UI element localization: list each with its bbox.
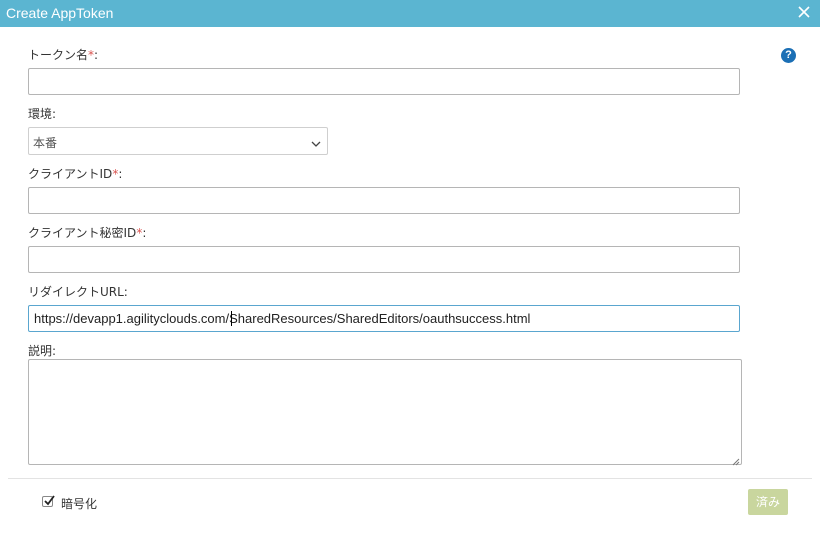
dialog-title: Create AppToken (6, 5, 114, 21)
description-textarea[interactable] (28, 359, 742, 466)
dialog-titlebar: Create AppToken (0, 0, 820, 27)
redirect-url-input[interactable]: https://devapp1.agilityclouds.com/Shared… (28, 305, 740, 332)
client-id-input[interactable] (28, 187, 740, 214)
client-secret-label: クライアント秘密ID*: (28, 226, 147, 240)
checkmark-icon (44, 495, 55, 506)
redirect-url-label: リダイレクトURL: (28, 285, 128, 299)
token-name-input[interactable] (28, 68, 740, 95)
help-icon[interactable]: ? (781, 48, 796, 63)
encrypt-label: 暗号化 (61, 497, 98, 511)
footer-divider (8, 478, 812, 479)
text-caret (231, 311, 232, 326)
token-name-label: トークン名*: (28, 48, 99, 62)
resize-grip-icon[interactable] (732, 455, 740, 466)
environment-select[interactable]: 本番 (28, 127, 328, 155)
client-id-label: クライアントID*: (28, 167, 123, 181)
description-label: 説明: (28, 344, 57, 358)
environment-selected-value: 本番 (33, 136, 58, 150)
done-button[interactable]: 済み (748, 489, 788, 515)
chevron-down-icon (311, 137, 321, 147)
client-secret-input[interactable] (28, 246, 740, 273)
encrypt-checkbox[interactable] (42, 495, 55, 507)
environment-label: 環境: (28, 107, 57, 121)
redirect-url-value: https://devapp1.agilityclouds.com/Shared… (34, 311, 531, 326)
create-apptoken-dialog: Create AppToken ? トークン名*: 環境: 本番 クライアントI… (0, 0, 820, 538)
close-icon[interactable] (796, 4, 812, 20)
